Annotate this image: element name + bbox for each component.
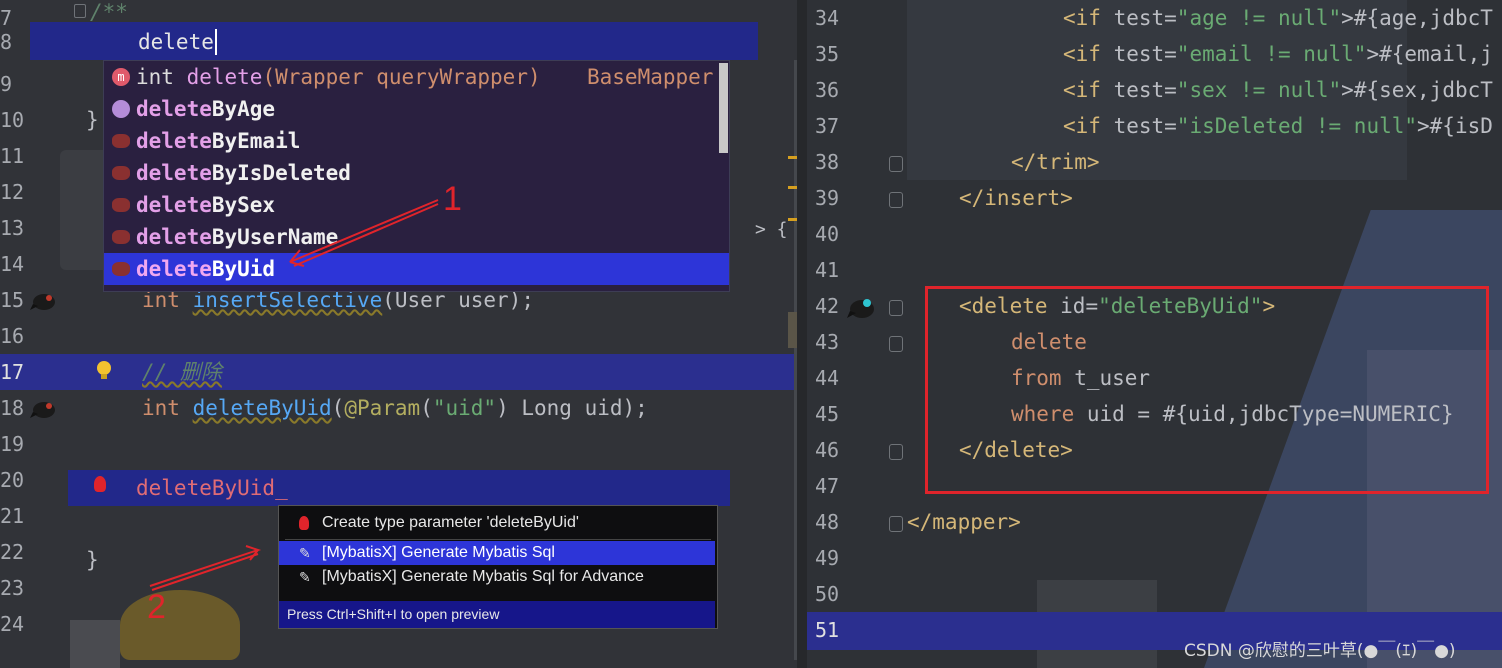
mybatis-bird-icon[interactable] [847,294,877,320]
right-editor-pane[interactable]: 34 35 36 37 38 39 40 41 42 43 44 45 46 4… [807,0,1502,668]
xml-line-39: </insert> [959,186,1073,210]
line-number: 37 [815,114,840,138]
annotation-label-2: 2 [147,588,166,626]
fold-icon[interactable] [889,516,903,532]
annotation-arrows [149,199,439,591]
fold-icon[interactable] [889,336,903,352]
line-number: 48 [815,510,840,534]
fold-icon[interactable] [889,156,903,172]
arrow-1 [289,199,439,267]
line-number: 42 [815,294,840,318]
annotation-label-1: 1 [443,180,462,218]
line-number-current: 51 [815,618,840,642]
line-number: 50 [815,582,840,606]
watermark: CSDN @欣慰的三叶草(●￣(ｴ)￣●) [1184,641,1456,661]
xml-line-38: </trim> [1011,150,1100,174]
line-number: 34 [815,6,840,30]
fold-icon[interactable] [889,444,903,460]
line-number: 47 [815,474,840,498]
line-number: 35 [815,42,840,66]
xml-line-36: <if test="sex != null">#{sex,jdbcT [1063,78,1493,102]
line-number: 44 [815,366,840,390]
fold-icon[interactable] [889,192,903,208]
xml-line-48: </mapper> [907,510,1021,534]
red-highlight-box [925,286,1489,494]
line-number: 38 [815,150,840,174]
line-number: 43 [815,330,840,354]
xml-line-34: <if test="age != null">#{age,jdbcT [1063,6,1493,30]
arrow-2 [149,545,262,591]
xml-line-35: <if test="email != null">#{email,j [1063,42,1493,66]
line-number: 39 [815,186,840,210]
line-number: 45 [815,402,840,426]
line-number: 36 [815,78,840,102]
fold-icon[interactable] [889,300,903,316]
line-number: 40 [815,222,840,246]
xml-line-37: <if test="isDeleted != null">#{isD [1063,114,1493,138]
line-number: 49 [815,546,840,570]
line-number: 46 [815,438,840,462]
line-number: 41 [815,258,840,282]
